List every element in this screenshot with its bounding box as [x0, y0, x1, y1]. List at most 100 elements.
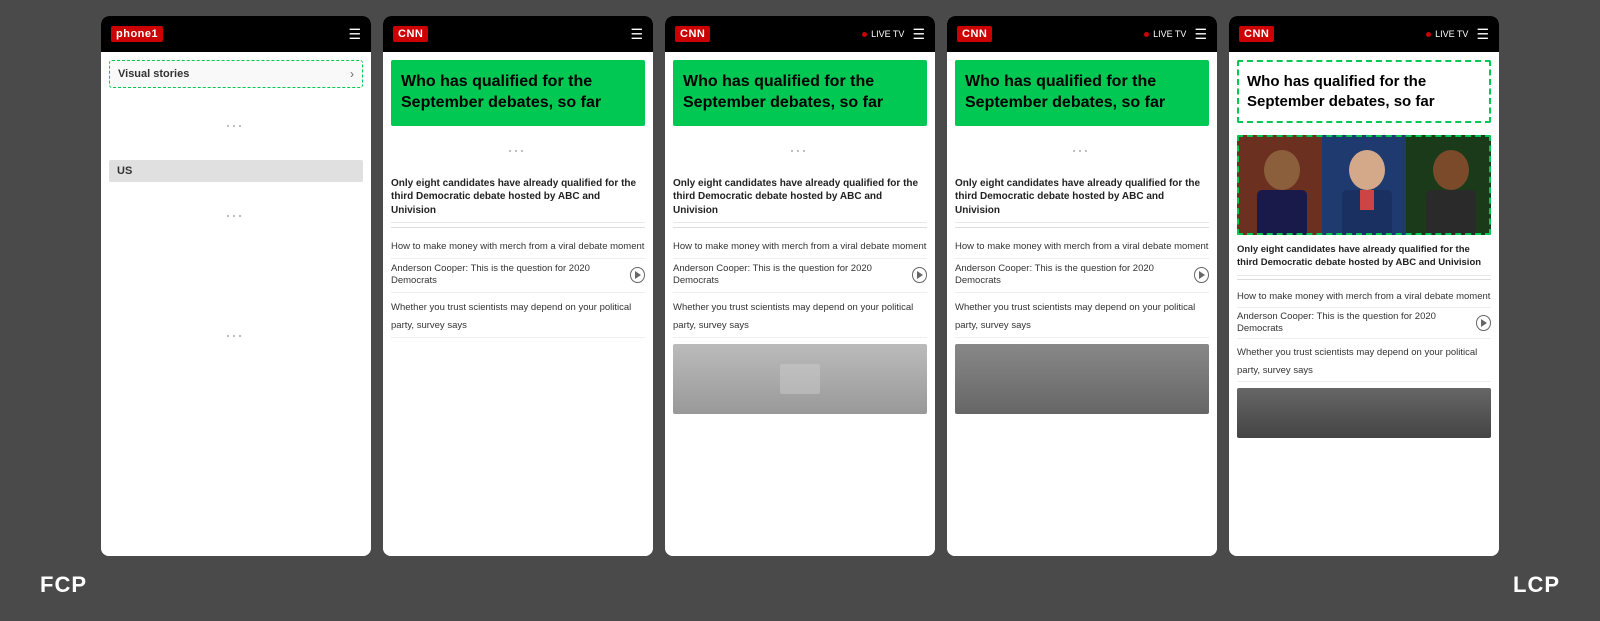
video-placeholder-5 [1237, 388, 1491, 438]
main-article-2[interactable]: Only eight candidates have already quali… [391, 172, 645, 224]
phone-3: CNN LIVE TV ☰ Who has qualified for the … [665, 16, 935, 556]
candidate-3 [1406, 135, 1491, 235]
menu-icon-2[interactable]: ☰ [630, 26, 643, 43]
article-item-5-1[interactable]: Anderson Cooper: This is the question fo… [1237, 308, 1491, 340]
dots-row-2a: ⋯ [383, 132, 653, 172]
menu-icon-4[interactable]: ☰ [1194, 26, 1207, 43]
article-item-2-0[interactable]: How to make money with merch from a vira… [391, 232, 645, 259]
us-label: US [109, 160, 363, 182]
visual-stories-bar[interactable]: Visual stories › [109, 60, 363, 88]
article-item-2-1[interactable]: Anderson Cooper: This is the question fo… [391, 259, 645, 293]
menu-icon-5[interactable]: ☰ [1476, 26, 1489, 43]
video-inner-5 [1237, 388, 1491, 438]
video-placeholder-4 [955, 344, 1209, 414]
menu-icon-1[interactable]: ☰ [348, 26, 361, 43]
phone-2: CNN ☰ Who has qualified for the Septembe… [383, 16, 653, 556]
phone-1-content: Visual stories › ⋯ US ⋯ ⋯ [101, 52, 371, 556]
video-inner-4 [955, 344, 1209, 414]
article-list-2: Only eight candidates have already quali… [383, 172, 653, 338]
article-text-3-1: Anderson Cooper: This is the question fo… [673, 263, 909, 288]
play-icon-5-1 [1476, 315, 1491, 331]
headline-text-2: Who has qualified for the September deba… [401, 72, 635, 114]
headline-text-4: Who has qualified for the September deba… [965, 72, 1199, 114]
article-item-4-1[interactable]: Anderson Cooper: This is the question fo… [955, 259, 1209, 293]
visual-stories-arrow-icon: › [350, 67, 354, 81]
phone-4: CNN LIVE TV ☰ Who has qualified for the … [947, 16, 1217, 556]
article-text-3-0: How to make money with merch from a vira… [673, 241, 926, 252]
main-article-5[interactable]: Only eight candidates have already quali… [1237, 239, 1491, 276]
dots-row-3a: ⋯ [665, 132, 935, 172]
live-dot-3 [862, 32, 867, 37]
article-list-4: Only eight candidates have already quali… [947, 172, 1217, 338]
main-article-3[interactable]: Only eight candidates have already quali… [673, 172, 927, 224]
article-text-5-1: Anderson Cooper: This is the question fo… [1237, 311, 1473, 336]
live-dot-4 [1144, 32, 1149, 37]
article-text-4-2: Whether you trust scientists may depend … [955, 302, 1195, 331]
dots-row-2: ⋯ [101, 186, 371, 246]
article-item-4-2[interactable]: Whether you trust scientists may depend … [955, 293, 1209, 338]
article-item-2-2[interactable]: Whether you trust scientists may depend … [391, 293, 645, 338]
article-text-2-2: Whether you trust scientists may depend … [391, 302, 631, 331]
article-item-5-0[interactable]: How to make money with merch from a vira… [1237, 283, 1491, 308]
video-inner-3 [673, 344, 927, 414]
play-icon-3-1 [912, 267, 927, 283]
main-article-text-5: Only eight candidates have already quali… [1237, 244, 1491, 270]
labels-row: FCP LCP [0, 556, 1600, 606]
main-article-text-2: Only eight candidates have already quali… [391, 177, 645, 218]
article-divider-3 [673, 227, 927, 228]
article-row-2-0 [391, 227, 645, 228]
main-article-text-3: Only eight candidates have already quali… [673, 177, 927, 218]
article-item-3-0[interactable]: How to make money with merch from a vira… [673, 232, 927, 259]
phone-1: phone1 ☰ Visual stories › ⋯ US ⋯ ⋯ [101, 16, 371, 556]
cnn-logo-4: CNN [957, 26, 992, 42]
phone-3-content: Who has qualified for the September deba… [665, 52, 935, 556]
visual-stories-label: Visual stories [118, 68, 189, 80]
article-text-5-2: Whether you trust scientists may depend … [1237, 347, 1477, 376]
live-tv-text-3: LIVE TV [871, 29, 904, 39]
dots-row-1: ⋯ [101, 96, 371, 156]
main-article-4[interactable]: Only eight candidates have already quali… [955, 172, 1209, 224]
cnn-logo-5: CNN [1239, 26, 1274, 42]
live-tv-badge-3: LIVE TV ☰ [862, 26, 925, 43]
main-container: phone1 ☰ Visual stories › ⋯ US ⋯ ⋯ CNN ☰… [0, 0, 1600, 556]
menu-icon-3[interactable]: ☰ [912, 26, 925, 43]
headline-text-5: Who has qualified for the September deba… [1247, 72, 1481, 111]
candidate-2 [1322, 135, 1407, 235]
article-item-3-2[interactable]: Whether you trust scientists may depend … [673, 293, 927, 338]
cnn-logo-3: CNN [675, 26, 710, 42]
article-text-5-0: How to make money with merch from a vira… [1237, 291, 1490, 302]
article-text-2-1: Anderson Cooper: This is the question fo… [391, 263, 627, 288]
article-item-3-1[interactable]: Anderson Cooper: This is the question fo… [673, 259, 927, 293]
dots-row-4a: ⋯ [947, 132, 1217, 172]
candidates-image [1237, 135, 1491, 235]
headline-block-4: Who has qualified for the September deba… [955, 60, 1209, 126]
play-icon-2-1 [630, 267, 645, 283]
main-article-text-4: Only eight candidates have already quali… [955, 177, 1209, 218]
article-list-3: Only eight candidates have already quali… [665, 172, 935, 338]
article-item-4-0[interactable]: How to make money with merch from a vira… [955, 232, 1209, 259]
cnn-header-2: CNN ☰ [383, 16, 653, 52]
cnn-logo-1: phone1 [111, 26, 163, 42]
lcp-label: LCP [1513, 572, 1560, 598]
phone-4-content: Who has qualified for the September deba… [947, 52, 1217, 556]
fcp-label: FCP [40, 572, 87, 598]
article-item-5-2[interactable]: Whether you trust scientists may depend … [1237, 339, 1491, 382]
article-divider-5 [1237, 279, 1491, 280]
play-icon-4-1 [1194, 267, 1209, 283]
headline-text-3: Who has qualified for the September deba… [683, 72, 917, 114]
cnn-header-3: CNN LIVE TV ☰ [665, 16, 935, 52]
live-tv-badge-4: LIVE TV ☰ [1144, 26, 1207, 43]
headline-block-5: Who has qualified for the September deba… [1237, 60, 1491, 123]
live-tv-text-5: LIVE TV [1435, 29, 1468, 39]
article-text-3-2: Whether you trust scientists may depend … [673, 302, 913, 331]
cnn-logo-2: CNN [393, 26, 428, 42]
article-text-2-0: How to make money with merch from a vira… [391, 241, 644, 252]
headline-block-3: Who has qualified for the September deba… [673, 60, 927, 126]
article-text-4-0: How to make money with merch from a vira… [955, 241, 1208, 252]
phone-5-content: Who has qualified for the September deba… [1229, 52, 1499, 556]
cnn-header-4: CNN LIVE TV ☰ [947, 16, 1217, 52]
article-text-4-1: Anderson Cooper: This is the question fo… [955, 263, 1191, 288]
headline-block-2: Who has qualified for the September deba… [391, 60, 645, 126]
article-list-5: Only eight candidates have already quali… [1229, 239, 1499, 382]
phone-5: CNN LIVE TV ☰ Who has qualified for the … [1229, 16, 1499, 556]
